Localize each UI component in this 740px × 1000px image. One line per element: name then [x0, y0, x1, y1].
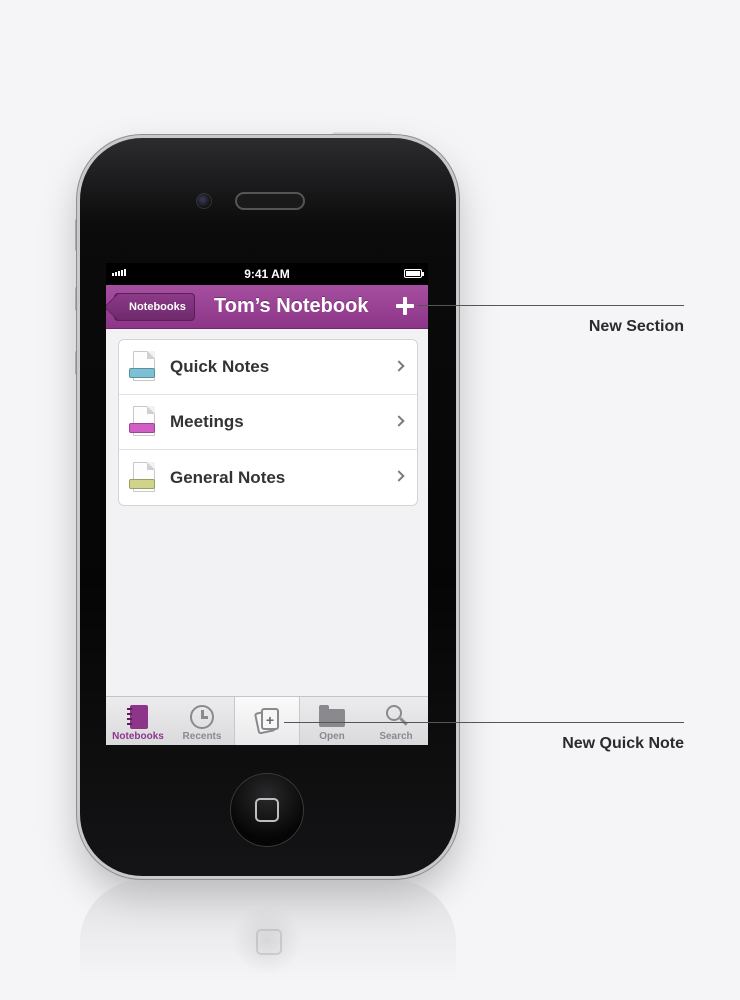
- front-camera: [196, 193, 212, 209]
- section-icon: [129, 461, 157, 494]
- chevron-right-icon: [393, 415, 405, 427]
- status-time: 9:41 AM: [244, 267, 290, 281]
- section-icon: [129, 406, 157, 438]
- status-bar: 9:41 AM: [106, 263, 428, 285]
- new-section-callout-line: [418, 305, 684, 306]
- section-list: Quick Notes Meetings General Notes: [118, 339, 418, 506]
- new-quick-note-callout-line: [284, 722, 684, 723]
- section-row-general-notes[interactable]: General Notes: [119, 450, 417, 505]
- tab-label: Open: [319, 731, 345, 742]
- notebook-icon: [125, 703, 151, 729]
- back-button-label: Notebooks: [129, 301, 186, 313]
- section-row-meetings[interactable]: Meetings: [119, 395, 417, 450]
- battery-icon: [404, 269, 424, 278]
- tab-bar: Notebooks Recents + Open Search: [106, 696, 428, 745]
- section-icon: [129, 351, 157, 383]
- folder-icon: [319, 703, 345, 729]
- tab-label: Recents: [182, 731, 222, 742]
- new-section-button[interactable]: [392, 291, 418, 321]
- tab-open[interactable]: Open: [300, 697, 364, 745]
- notebooks-back-button[interactable]: Notebooks: [114, 293, 195, 321]
- section-label: General Notes: [170, 467, 286, 487]
- home-square-icon: [255, 798, 279, 822]
- clock-icon: [190, 705, 214, 729]
- quick-note-icon: +: [253, 707, 280, 735]
- tab-notebooks[interactable]: Notebooks: [106, 697, 170, 745]
- chevron-right-icon: [393, 470, 405, 482]
- earpiece-speaker: [235, 192, 305, 210]
- navigation-bar: Notebooks Tom’s Notebook: [106, 285, 428, 329]
- tab-label: Search: [379, 731, 413, 742]
- new-section-callout: New Section: [588, 318, 684, 335]
- tab-recents[interactable]: Recents: [170, 697, 234, 745]
- tab-search[interactable]: Search: [364, 697, 428, 745]
- section-label: Quick Notes: [170, 357, 270, 376]
- section-row-quick-notes[interactable]: Quick Notes: [119, 340, 417, 395]
- phone-screen: 9:41 AM Notebooks Tom’s Notebook Quick N…: [106, 263, 428, 745]
- signal-icon: [112, 269, 126, 276]
- section-label: Meetings: [170, 412, 244, 431]
- chevron-right-icon: [393, 360, 405, 372]
- home-button-reflection: [232, 905, 302, 975]
- new-quick-note-button[interactable]: +: [234, 697, 300, 745]
- tab-label: Notebooks: [112, 731, 164, 742]
- page-title: Tom’s Notebook: [214, 295, 369, 317]
- search-icon: [383, 703, 409, 729]
- home-button[interactable]: [231, 774, 303, 846]
- new-quick-note-callout: New Quick Note: [562, 735, 684, 752]
